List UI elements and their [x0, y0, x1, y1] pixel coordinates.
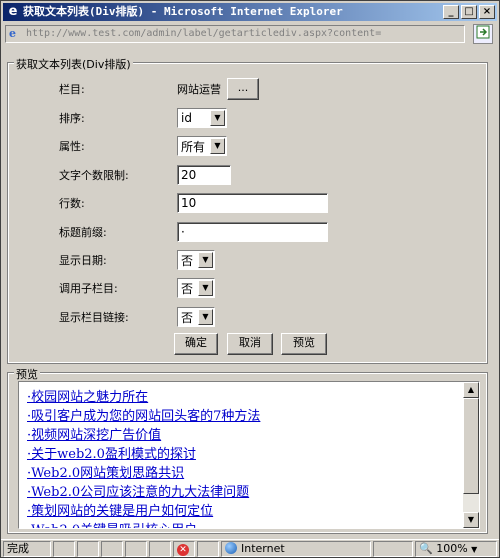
popup-blocked-icon: ✕	[177, 544, 189, 556]
preview-link[interactable]: ·Web2.0网站策划思路共识	[27, 464, 479, 483]
window-title: 获取文本列表(Div排版) - Microsoft Internet Explo…	[23, 5, 343, 18]
rows-input[interactable]: 10	[177, 193, 328, 213]
chevron-down-icon: ▼	[210, 110, 225, 126]
showdate-select-value: 否	[181, 253, 194, 268]
close-button[interactable]: ×	[479, 5, 495, 19]
settings-legend: 获取文本列表(Div排版)	[14, 56, 133, 72]
preview-link[interactable]: ·Web2.0关键是吸引核心用户	[27, 521, 479, 528]
chevron-down-icon: ▼	[471, 545, 478, 554]
go-button[interactable]	[473, 24, 493, 44]
address-input[interactable]: e http://www.test.com/admin/label/getart…	[5, 25, 465, 43]
preview-link[interactable]: ·Web2.0公司应该注意的九大法律问题	[27, 483, 479, 502]
subcol-label: 调用子栏目:	[59, 282, 118, 295]
chevron-down-icon: ▼	[198, 309, 213, 325]
chevron-down-icon: ▼	[210, 138, 225, 154]
ok-button[interactable]: 确定	[174, 333, 218, 355]
preview-link[interactable]: ·策划网站的关键是用户如何定位	[27, 502, 479, 521]
row-column: 栏目: 网站运营 ...	[59, 78, 259, 100]
charlimit-input[interactable]: 20	[177, 165, 231, 185]
showdate-select[interactable]: 否 ▼	[177, 250, 215, 270]
charlimit-label: 文字个数限制:	[59, 169, 129, 182]
status-text: 完成	[3, 541, 51, 557]
browser-window: e 获取文本列表(Div排版) - Microsoft Internet Exp…	[0, 0, 500, 558]
scroll-up-icon[interactable]: ▲	[463, 382, 479, 398]
zoom-icon: 🔍	[419, 542, 433, 555]
row-rows: 行数: 10	[59, 192, 328, 214]
row-attr: 属性: 所有 ▼	[59, 135, 227, 157]
status-pane	[373, 541, 413, 557]
scroll-thumb[interactable]	[463, 398, 479, 494]
zoom-control[interactable]: 🔍 100% ▼	[415, 541, 497, 557]
sort-label: 排序:	[59, 112, 85, 125]
sort-select-value: id	[181, 111, 192, 125]
sort-select[interactable]: id ▼	[177, 108, 227, 128]
ie-logo-icon: e	[8, 4, 18, 19]
title-bar: e 获取文本列表(Div排版) - Microsoft Internet Exp…	[3, 3, 497, 21]
subcol-select-value: 否	[181, 281, 194, 296]
rows-label: 行数:	[59, 197, 85, 210]
attr-select-value: 所有	[181, 139, 206, 154]
collink-label: 显示栏目链接:	[59, 311, 129, 324]
preview-link[interactable]: ·关于web2.0盈利模式的探讨	[27, 445, 479, 464]
collink-select[interactable]: 否 ▼	[177, 307, 215, 327]
row-sort: 排序: id ▼	[59, 107, 227, 129]
preview-button[interactable]: 预览	[281, 333, 327, 355]
preview-frame: ·校园网站之魅力所在 ·吸引客户成为您的网站回头客的7种方法 ·视频网站深挖广告…	[18, 381, 480, 529]
zone-cell: Internet	[221, 541, 371, 557]
status-pane	[101, 541, 123, 557]
column-label: 栏目:	[59, 83, 85, 96]
status-pane	[149, 541, 171, 557]
address-bar: e http://www.test.com/admin/label/getart…	[3, 23, 497, 45]
collink-select-value: 否	[181, 310, 194, 325]
globe-icon	[225, 542, 237, 554]
prefix-input[interactable]: ·	[177, 222, 328, 242]
preview-scrollbar[interactable]: ▲ ▼	[463, 382, 479, 528]
row-showdate: 显示日期: 否 ▼	[59, 249, 215, 271]
row-charlimit: 文字个数限制: 20	[59, 164, 231, 186]
column-value: 网站运营	[177, 83, 221, 96]
subcol-select[interactable]: 否 ▼	[177, 278, 215, 298]
maximize-button[interactable]: □	[461, 5, 477, 19]
status-pane	[197, 541, 219, 557]
preview-legend: 预览	[14, 366, 40, 382]
preview-link[interactable]: ·吸引客户成为您的网站回头客的7种方法	[27, 407, 479, 426]
status-pane	[77, 541, 99, 557]
popup-blocked-cell[interactable]: ✕	[173, 541, 195, 557]
status-pane	[125, 541, 147, 557]
status-bar: 完成 ✕ Internet 🔍 100% ▼	[1, 539, 499, 557]
status-pane	[53, 541, 75, 557]
chevron-down-icon: ▼	[198, 280, 213, 296]
prefix-label: 标题前缀:	[59, 226, 107, 239]
page-icon: e	[9, 27, 16, 40]
scroll-down-icon[interactable]: ▼	[463, 512, 479, 528]
zone-text: Internet	[241, 542, 285, 555]
showdate-label: 显示日期:	[59, 254, 107, 267]
attr-select[interactable]: 所有 ▼	[177, 136, 227, 156]
attr-label: 属性:	[59, 140, 85, 153]
minimize-button[interactable]: _	[443, 5, 459, 19]
row-prefix: 标题前缀: ·	[59, 221, 328, 243]
column-browse-button[interactable]: ...	[227, 78, 259, 100]
cancel-button[interactable]: 取消	[227, 333, 273, 355]
preview-link[interactable]: ·视频网站深挖广告价值	[27, 426, 479, 445]
row-collink: 显示栏目链接: 否 ▼	[59, 306, 215, 328]
row-subcol: 调用子栏目: 否 ▼	[59, 277, 215, 299]
go-arrow-icon	[476, 25, 490, 39]
address-url: http://www.test.com/admin/label/getartic…	[26, 28, 382, 39]
preview-link[interactable]: ·校园网站之魅力所在	[27, 388, 479, 407]
zoom-value: 100%	[436, 542, 468, 555]
chevron-down-icon: ▼	[198, 252, 213, 268]
